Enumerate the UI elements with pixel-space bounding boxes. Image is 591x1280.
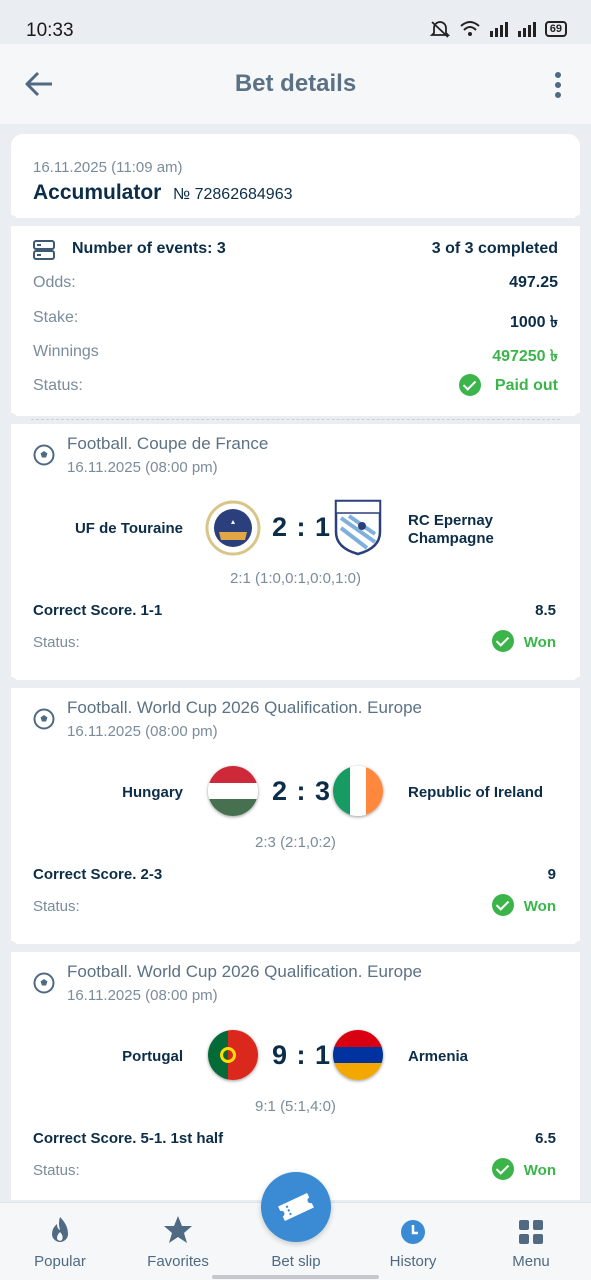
- bet-market: Correct Score. 5-1. 1st half: [33, 1130, 224, 1147]
- check-circle-icon: [492, 630, 514, 652]
- league-name: Football. Coupe de France: [67, 434, 269, 453]
- odds-value: 497.25: [509, 274, 558, 291]
- event-status: Won: [523, 634, 556, 651]
- events-count: Number of events: 3: [72, 240, 226, 257]
- status-bar: 10:33 69: [0, 0, 591, 44]
- event-status-label: Status:: [33, 898, 80, 915]
- away-team: Armenia: [408, 1048, 469, 1065]
- wifi-icon: [460, 21, 480, 36]
- score-details: 2:3 (2:1,0:2): [255, 834, 336, 851]
- bet-date: 16.11.2025 (11:09 am): [33, 159, 183, 176]
- flag-armenia: [333, 1030, 383, 1080]
- events-list-icon: [33, 240, 55, 260]
- nav-favorites[interactable]: Favorites: [138, 1203, 218, 1280]
- football-icon: [33, 972, 55, 994]
- event-date: 16.11.2025 (08:00 pm): [67, 987, 218, 1004]
- stake-label: Stake:: [33, 309, 79, 326]
- bet-slip-button[interactable]: [261, 1172, 331, 1242]
- flag-portugal: [208, 1030, 258, 1080]
- nav-popular[interactable]: Popular: [20, 1203, 100, 1280]
- match-score: 2 : 3: [272, 776, 332, 806]
- event-date: 16.11.2025 (08:00 pm): [67, 723, 218, 740]
- score-details: 2:1 (1:0,0:1,0:0,1:0): [230, 570, 361, 587]
- ticket-icon: [278, 1192, 314, 1222]
- check-circle-icon: [492, 1158, 514, 1180]
- stake-value: 1000 ৳: [509, 314, 558, 331]
- flag-hungary: [208, 766, 258, 816]
- away-team: Republic of Ireland: [408, 784, 544, 801]
- home-indicator[interactable]: [212, 1275, 379, 1279]
- star-icon: [164, 1216, 192, 1243]
- winnings-label: Winnings: [33, 343, 99, 360]
- flag-ireland: [333, 766, 383, 816]
- league-name: Football. World Cup 2026 Qualification. …: [67, 962, 422, 981]
- status-label: Status:: [33, 377, 83, 394]
- nav-history-label: History: [389, 1253, 437, 1270]
- bet-type: Accumulator: [33, 181, 162, 204]
- nav-favorites-label: Favorites: [147, 1253, 209, 1270]
- status-icons: 69: [429, 20, 567, 38]
- more-options-icon[interactable]: [555, 72, 561, 98]
- events-completed: 3 of 3 completed: [431, 240, 558, 257]
- check-circle-icon: [459, 374, 481, 396]
- battery-icon: 69: [544, 21, 567, 37]
- football-icon: [33, 444, 55, 466]
- match-score: 9 : 1: [272, 1040, 332, 1070]
- grid-menu-icon: [519, 1220, 543, 1244]
- event-status-label: Status:: [33, 634, 80, 651]
- status-value: Paid out: [494, 377, 558, 394]
- event-card[interactable]: Football. World Cup 2026 Qualification. …: [11, 688, 580, 944]
- team-logo-uf-de-touraine: [205, 500, 261, 556]
- event-status: Won: [523, 898, 556, 915]
- odds-label: Odds:: [33, 274, 76, 291]
- bet-summary-card: Number of events: 3 3 of 3 completed Odd…: [11, 226, 580, 420]
- match-score: 2 : 1: [272, 512, 332, 542]
- event-status: Won: [523, 1162, 556, 1179]
- winnings-value: 497250 ৳: [492, 348, 558, 365]
- nav-betslip-label: Bet slip: [271, 1253, 321, 1270]
- check-circle-icon: [492, 894, 514, 916]
- signal-icon: [489, 22, 508, 37]
- score-details: 9:1 (5:1,4:0): [255, 1098, 336, 1115]
- away-team: RC Epernay Champagne: [408, 512, 494, 547]
- event-odds: 9: [547, 866, 556, 883]
- bet-market: Correct Score. 1-1: [33, 602, 163, 619]
- event-odds: 6.5: [535, 1130, 556, 1147]
- event-date: 16.11.2025 (08:00 pm): [67, 459, 218, 476]
- football-icon: [33, 708, 55, 730]
- team-logo-rc-epernay: [334, 499, 382, 556]
- event-card[interactable]: Football. Coupe de France 16.11.2025 (08…: [11, 424, 580, 680]
- signal-icon-2: [517, 22, 536, 37]
- bet-market: Correct Score. 2-3: [33, 866, 163, 883]
- clock-icon: [401, 1220, 425, 1244]
- home-team: Portugal: [122, 1048, 183, 1065]
- nav-menu-label: Menu: [512, 1253, 550, 1270]
- mute-icon: [429, 21, 450, 38]
- bet-number: № 72862684963: [173, 186, 293, 203]
- league-name: Football. World Cup 2026 Qualification. …: [67, 698, 422, 717]
- event-card[interactable]: Football. World Cup 2026 Qualification. …: [11, 952, 580, 1200]
- home-team: Hungary: [122, 784, 183, 801]
- nav-popular-label: Popular: [34, 1253, 86, 1270]
- clock: 10:33: [26, 20, 74, 41]
- home-team: UF de Touraine: [74, 520, 183, 537]
- flame-icon: [52, 1217, 68, 1242]
- bet-header-card: 16.11.2025 (11:09 am) Accumulator № 7286…: [11, 134, 580, 218]
- app-bar: Bet details: [0, 44, 591, 124]
- page-title: Bet details: [234, 70, 357, 97]
- nav-history[interactable]: History: [373, 1203, 453, 1280]
- nav-menu[interactable]: Menu: [491, 1203, 571, 1280]
- event-odds: 8.5: [535, 602, 556, 619]
- event-status-label: Status:: [33, 1162, 80, 1179]
